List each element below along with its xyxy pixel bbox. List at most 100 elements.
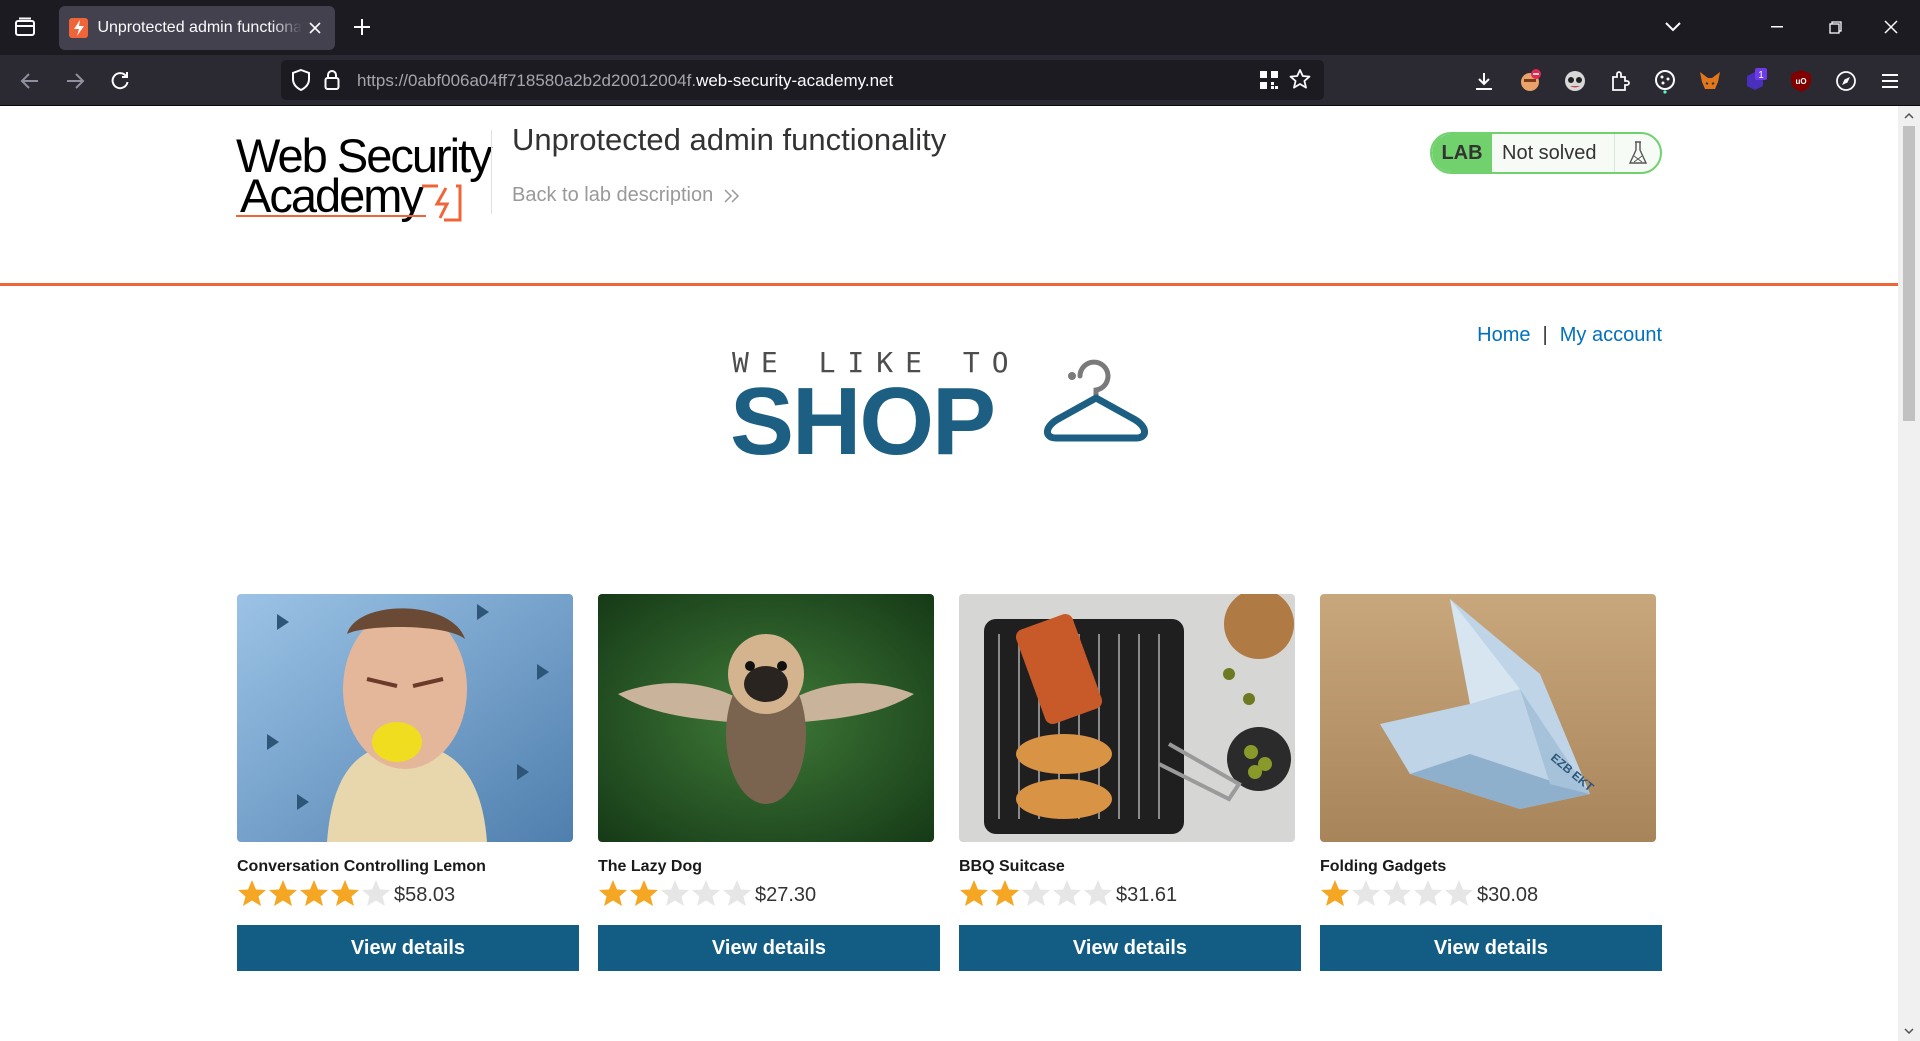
product-grid: Conversation Controlling Lemon $58.03 Vi… — [237, 594, 1662, 1009]
tab-list-icon[interactable] — [10, 12, 40, 42]
view-details-button[interactable]: View details — [598, 925, 940, 971]
star-empty-icon — [723, 880, 751, 906]
tab-title: Unprotected admin functionality — [97, 19, 302, 36]
view-details-button[interactable]: View details — [1320, 925, 1662, 971]
url-bar[interactable]: https://0abf006a04ff718580a2b2d20012004f… — [281, 60, 1324, 100]
view-details-button[interactable]: View details — [959, 925, 1301, 971]
star-empty-icon — [1445, 880, 1473, 906]
close-icon[interactable] — [306, 18, 325, 38]
star-filled-icon — [300, 880, 328, 906]
star-filled-icon — [238, 880, 266, 906]
product-name: The Lazy Dog — [598, 858, 703, 875]
metamask-fox-icon[interactable] — [1696, 67, 1724, 95]
lab-title: Unprotected admin functionality — [512, 122, 947, 157]
qr-code-icon[interactable] — [1259, 70, 1279, 95]
star-empty-icon — [1414, 880, 1442, 906]
logo-divider — [491, 130, 492, 214]
double-chevron-right-icon — [724, 188, 740, 203]
lab-status-text: Not solved — [1502, 141, 1597, 164]
shield-icon[interactable] — [291, 68, 311, 96]
lab-header: Web Security Academy Unprotected admin f… — [0, 106, 1898, 286]
web-security-academy-logo[interactable]: Web Security Academy — [236, 128, 493, 238]
star-empty-icon — [661, 880, 689, 906]
product-name: Folding Gadgets — [1320, 858, 1447, 875]
extension-badge-icon[interactable]: 1 — [1742, 67, 1770, 95]
restore-window-icon[interactable] — [1820, 12, 1850, 42]
scrollbar-thumb[interactable] — [1903, 126, 1915, 421]
product-rating — [237, 878, 392, 908]
top-nav-links: Home | My account — [1477, 324, 1662, 347]
svg-text:uO: uO — [1795, 77, 1806, 86]
product-price: $58.03 — [394, 884, 456, 906]
star-filled-icon — [991, 880, 1019, 906]
product-image-lazy-dog[interactable] — [598, 594, 934, 842]
reload-icon[interactable] — [104, 65, 136, 97]
scroll-up-arrow-icon[interactable] — [1903, 110, 1915, 122]
product-image-lemon[interactable] — [237, 594, 573, 842]
product-card: Conversation Controlling Lemon $58.03 Vi… — [237, 594, 579, 1009]
home-link[interactable]: Home — [1477, 324, 1530, 346]
view-details-button[interactable]: View details — [237, 925, 579, 971]
flask-icon[interactable] — [1614, 134, 1660, 172]
product-name: Conversation Controlling Lemon — [237, 858, 486, 875]
star-empty-icon — [692, 880, 720, 906]
extensions-puzzle-icon[interactable] — [1606, 67, 1634, 95]
compass-icon[interactable] — [1832, 67, 1860, 95]
product-image-bbq-suitcase[interactable] — [959, 594, 1295, 842]
product-card: BBQ Suitcase $31.61 View details — [959, 594, 1301, 1009]
new-tab-button[interactable] — [348, 13, 376, 41]
star-empty-icon — [1022, 880, 1050, 906]
page-content: Web Security Academy Unprotected admin f… — [0, 106, 1898, 1041]
product-price: $27.30 — [755, 884, 817, 906]
browser-nav-bar: https://0abf006a04ff718580a2b2d20012004f… — [0, 55, 1920, 106]
my-account-link[interactable]: My account — [1560, 324, 1662, 346]
extension-face-blocked-icon[interactable] — [1516, 67, 1544, 95]
star-filled-icon — [1321, 880, 1349, 906]
ublock-origin-icon[interactable]: uO — [1787, 67, 1815, 95]
page-scrollbar[interactable] — [1898, 106, 1920, 1041]
logo-underline — [236, 215, 426, 217]
star-empty-icon — [1383, 880, 1411, 906]
star-empty-icon — [1053, 880, 1081, 906]
product-image-folding-gadgets[interactable]: EZB EKT — [1320, 594, 1656, 842]
star-filled-icon — [630, 880, 658, 906]
star-empty-icon — [1084, 880, 1112, 906]
star-filled-icon — [331, 880, 359, 906]
product-price: $31.61 — [1116, 884, 1178, 906]
back-to-lab-description-link[interactable]: Back to lab description — [512, 184, 741, 207]
shop-banner: WE LIKE TO SHOP — [730, 346, 1170, 476]
bookmark-star-icon[interactable] — [1289, 68, 1311, 95]
lab-badge: LAB — [1432, 134, 1492, 172]
url-text[interactable]: https://0abf006a04ff718580a2b2d20012004f… — [357, 71, 893, 91]
lock-icon[interactable] — [324, 69, 340, 96]
banner-shop-text: SHOP — [730, 368, 996, 475]
product-name: BBQ Suitcase — [959, 858, 1065, 875]
menu-hamburger-icon[interactable] — [1876, 67, 1904, 95]
product-card: The Lazy Dog $27.30 View details — [598, 594, 940, 1009]
forward-arrow-icon[interactable] — [59, 65, 91, 97]
lab-status-widget: LAB Not solved — [1430, 132, 1662, 174]
minimize-window-icon[interactable] — [1762, 12, 1792, 42]
extension-badge-count: 1 — [1758, 70, 1764, 81]
star-filled-icon — [599, 880, 627, 906]
back-arrow-icon[interactable] — [14, 65, 46, 97]
product-price: $30.08 — [1477, 884, 1539, 906]
lightning-favicon-icon — [69, 18, 89, 38]
browser-tab-bar: Unprotected admin functionality — [0, 0, 1920, 55]
browser-tab-active[interactable]: Unprotected admin functionality — [59, 6, 335, 50]
scroll-down-arrow-icon[interactable] — [1903, 1025, 1915, 1037]
nav-separator: | — [1542, 324, 1548, 346]
extension-glasses-icon[interactable] — [1561, 67, 1589, 95]
star-empty-icon — [1352, 880, 1380, 906]
lightning-logo-icon — [422, 184, 462, 222]
close-window-icon[interactable] — [1876, 12, 1906, 42]
tab-overflow-chevron-icon[interactable] — [1658, 12, 1688, 42]
product-card: EZB EKT Folding Gadgets $30.08 View deta… — [1320, 594, 1662, 1009]
product-rating — [598, 878, 753, 908]
product-rating — [1320, 878, 1475, 908]
star-filled-icon — [269, 880, 297, 906]
download-icon[interactable] — [1470, 67, 1498, 95]
cookie-icon[interactable] — [1651, 67, 1679, 95]
star-empty-icon — [362, 880, 390, 906]
product-rating — [959, 878, 1114, 908]
